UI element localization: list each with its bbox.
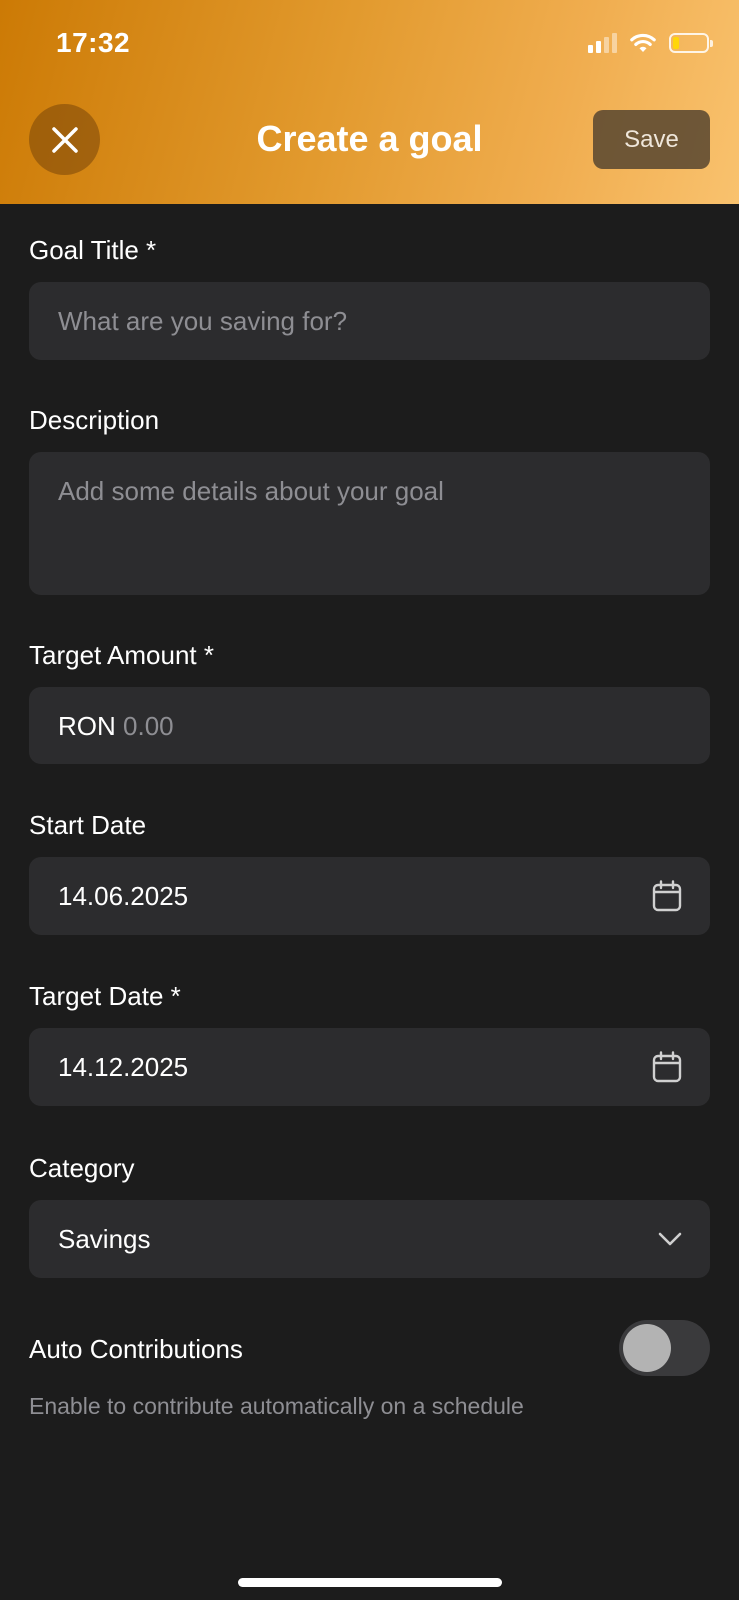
goal-title-placeholder: What are you saving for? [58, 306, 348, 336]
amount-placeholder: 0.00 [123, 711, 174, 741]
description-textarea[interactable]: Add some details about your goal [29, 452, 710, 595]
target-date-picker[interactable]: 14.12.2025 [29, 1028, 710, 1106]
chevron-down-icon [658, 1232, 682, 1246]
start-date-value: 14.06.2025 [58, 881, 189, 911]
description-label: Description [29, 405, 160, 435]
target-amount-label: Target Amount * [29, 640, 214, 670]
auto-contributions-toggle[interactable] [619, 1320, 710, 1376]
target-amount-input[interactable]: RON 0.00 [29, 687, 710, 764]
target-amount-text: RON 0.00 [58, 711, 174, 742]
start-date-picker[interactable]: 14.06.2025 [29, 857, 710, 935]
auto-contributions-label: Auto Contributions [29, 1334, 243, 1364]
auto-contributions-helper: Enable to contribute automatically on a … [29, 1393, 524, 1419]
status-time: 17:32 [56, 27, 131, 58]
status-icons [588, 32, 713, 54]
calendar-icon[interactable] [652, 880, 682, 912]
home-indicator[interactable] [238, 1578, 502, 1587]
category-label: Category [29, 1153, 135, 1183]
target-date-label: Target Date * [29, 981, 181, 1011]
cellular-signal-icon [588, 33, 617, 53]
goal-title-label: Goal Title * [29, 235, 157, 265]
battery-level [673, 37, 679, 49]
category-select[interactable]: Savings [29, 1200, 710, 1278]
goal-title-input[interactable]: What are you saving for? [29, 282, 710, 360]
category-value: Savings [58, 1224, 151, 1254]
description-placeholder: Add some details about your goal [58, 476, 444, 506]
battery-low-icon [669, 33, 713, 53]
currency-code: RON [58, 711, 116, 741]
target-date-value: 14.12.2025 [58, 1052, 189, 1082]
header: 17:32 Create a goal Save [0, 0, 739, 204]
calendar-icon[interactable] [652, 1051, 682, 1083]
toggle-knob [623, 1324, 671, 1372]
wifi-icon [630, 33, 656, 52]
start-date-label: Start Date [29, 810, 147, 840]
save-button[interactable]: Save [593, 110, 710, 169]
